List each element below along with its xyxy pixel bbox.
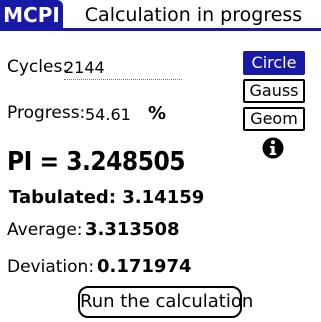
average-label: Average: [7,220,83,240]
progress-label: Progress: [7,103,86,123]
cycles-label: Cycles: [7,57,69,77]
progress-value: 54.61 [85,105,131,124]
tabulated-pi: Tabulated: 3.14159 [9,187,205,208]
run-calculation-button[interactable]: Run the calculation [78,286,253,318]
progress-unit: % [148,103,167,124]
cycles-field[interactable]: 2144 [64,57,182,80]
method-circle-button[interactable]: Circle [243,51,305,75]
pi-result: PI = 3.248505 [7,147,186,177]
form-title: Calculation in progress [84,4,303,26]
app-title[interactable]: MCPI [0,0,63,30]
average-value: 3.313508 [85,219,180,240]
deviation-label: Deviation: [7,257,95,277]
method-gauss-button[interactable]: Gauss [243,79,305,103]
info-icon[interactable] [262,137,284,159]
deviation-value: 0.171974 [97,256,192,277]
method-geom-button[interactable]: Geom [243,107,305,131]
title-bar-underline [0,28,321,31]
